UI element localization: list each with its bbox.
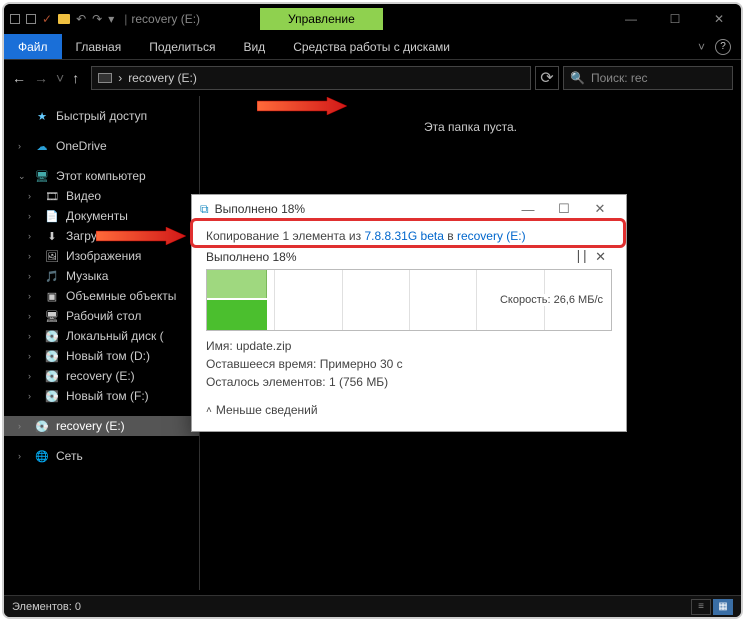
ribbon-context-tab[interactable]: Управление (260, 8, 383, 30)
sidebar-item-desktop[interactable]: ›🖥Рабочий стол (4, 306, 199, 326)
window-title: recovery (E:) (131, 12, 200, 26)
minimize-button[interactable]: — (609, 4, 653, 34)
sidebar-item-drive-d[interactable]: ›💽Новый том (D:) (4, 346, 199, 366)
tab-drivetools[interactable]: Средства работы с дисками (279, 40, 464, 54)
dropdown-icon[interactable]: ▾ (108, 12, 114, 26)
copy-description: Копирование 1 элемента из 7.8.8.31G beta… (206, 229, 612, 243)
copy-source-link[interactable]: 7.8.8.31G beta (364, 229, 443, 243)
copy-icon: ⧉ (200, 202, 209, 217)
checkbox-icon[interactable] (10, 14, 20, 24)
history-dropdown[interactable]: ˅ (56, 70, 64, 86)
status-bar: Элементов: 0 ≡ ▦ (4, 595, 741, 617)
tab-share[interactable]: Поделиться (135, 40, 229, 54)
title-bar: ✓ ↶ ↷ ▾ | recovery (E:) Управление — ☐ ✕ (4, 4, 741, 34)
sidebar-quick-access[interactable]: ★Быстрый доступ (4, 106, 199, 126)
refresh-button[interactable]: ⟳ (535, 66, 559, 90)
item-count-label: Элементов: (12, 601, 72, 613)
ribbon-tabs: Файл Главная Поделиться Вид Средства раб… (4, 34, 741, 60)
nav-buttons: ← → ˅ ↑ (12, 70, 87, 86)
navigation-pane: ★Быстрый доступ ›☁OneDrive ⌄🖥Этот компью… (4, 96, 200, 590)
sidebar-item-recovery-e[interactable]: ›💽recovery (E:) (4, 366, 199, 386)
dialog-title-percent: 18% (281, 202, 305, 216)
sidebar-item-music[interactable]: ›🎵Музыка (4, 266, 199, 286)
copy-dest-link[interactable]: recovery (E:) (457, 229, 526, 243)
empty-folder-label: Эта папка пуста. (200, 96, 741, 134)
drive-icon (98, 73, 112, 83)
sidebar-item-3d[interactable]: ›▣Объемные объекты (4, 286, 199, 306)
fewer-details-toggle[interactable]: ˄ Меньше сведений (206, 403, 612, 417)
sidebar-item-pictures[interactable]: ›🖼Изображения (4, 246, 199, 266)
breadcrumb[interactable]: › recovery (E:) (91, 66, 531, 90)
item-count-value: 0 (75, 601, 81, 613)
address-bar-row: ← → ˅ ↑ › recovery (E:) ⟳ 🔍 Поиск: rec (4, 60, 741, 96)
breadcrumb-sep: › (118, 71, 122, 85)
dialog-close-button[interactable]: ✕ (582, 197, 618, 221)
back-button[interactable]: ← (12, 70, 26, 86)
close-button[interactable]: ✕ (697, 4, 741, 34)
view-icons-button[interactable]: ▦ (713, 599, 733, 615)
separator: | (120, 12, 131, 26)
up-button[interactable]: ↑ (72, 70, 79, 86)
window-controls: — ☐ ✕ (609, 4, 741, 34)
maximize-button[interactable]: ☐ (653, 4, 697, 34)
dialog-minimize-button[interactable]: — (510, 197, 546, 221)
checkbox-icon[interactable] (26, 14, 36, 24)
search-box[interactable]: 🔍 Поиск: rec (563, 66, 733, 90)
cancel-button[interactable]: ✕ (589, 249, 612, 265)
forward-button: → (34, 70, 48, 86)
help-icon[interactable]: ? (715, 39, 731, 55)
sidebar-item-downloads[interactable]: ›⬇Загрузки (4, 226, 199, 246)
progress-title: Выполнено 18% || ✕ (206, 249, 612, 265)
speed-graph: Скорость: 26,6 МБ/с (206, 269, 612, 331)
sidebar-this-pc[interactable]: ⌄🖥Этот компьютер (4, 166, 199, 186)
redo-icon[interactable]: ↷ (92, 12, 102, 26)
tab-file[interactable]: Файл (4, 34, 62, 59)
sidebar-item-drive-f[interactable]: ›💽Новый том (F:) (4, 386, 199, 406)
folder-icon (58, 14, 70, 24)
collapse-ribbon-icon[interactable]: ˅ (698, 40, 705, 54)
search-placeholder: Поиск: rec (591, 71, 648, 85)
tab-home[interactable]: Главная (62, 40, 136, 54)
undo-icon[interactable]: ↶ (76, 12, 86, 26)
sidebar-item-localdisk[interactable]: ›💽Локальный диск ( (4, 326, 199, 346)
copy-progress-dialog: ⧉ Выполнено 18% — ☐ ✕ Копирование 1 элем… (191, 194, 627, 432)
dialog-maximize-button[interactable]: ☐ (546, 197, 582, 221)
pause-button[interactable]: || (574, 249, 589, 265)
dialog-titlebar[interactable]: ⧉ Выполнено 18% — ☐ ✕ (192, 195, 626, 223)
sidebar-network[interactable]: ›🌐Сеть (4, 446, 199, 466)
breadcrumb-item[interactable]: recovery (E:) (128, 71, 197, 85)
chevron-up-icon: ˄ (206, 405, 212, 416)
sidebar-item-videos[interactable]: ›🎞Видео (4, 186, 199, 206)
sidebar-onedrive[interactable]: ›☁OneDrive (4, 136, 199, 156)
copy-details: Имя: update.zip Оставшееся время: Пример… (206, 337, 612, 391)
quick-access-toolbar: ✓ ↶ ↷ ▾ (4, 12, 120, 26)
check-icon: ✓ (42, 12, 52, 26)
dialog-title-prefix: Выполнено (215, 202, 278, 216)
sidebar-item-documents[interactable]: ›📄Документы (4, 206, 199, 226)
view-details-button[interactable]: ≡ (691, 599, 711, 615)
tab-view[interactable]: Вид (229, 40, 279, 54)
sidebar-selected-recovery[interactable]: ›💽recovery (E:) (4, 416, 199, 436)
search-icon: 🔍 (570, 71, 585, 85)
